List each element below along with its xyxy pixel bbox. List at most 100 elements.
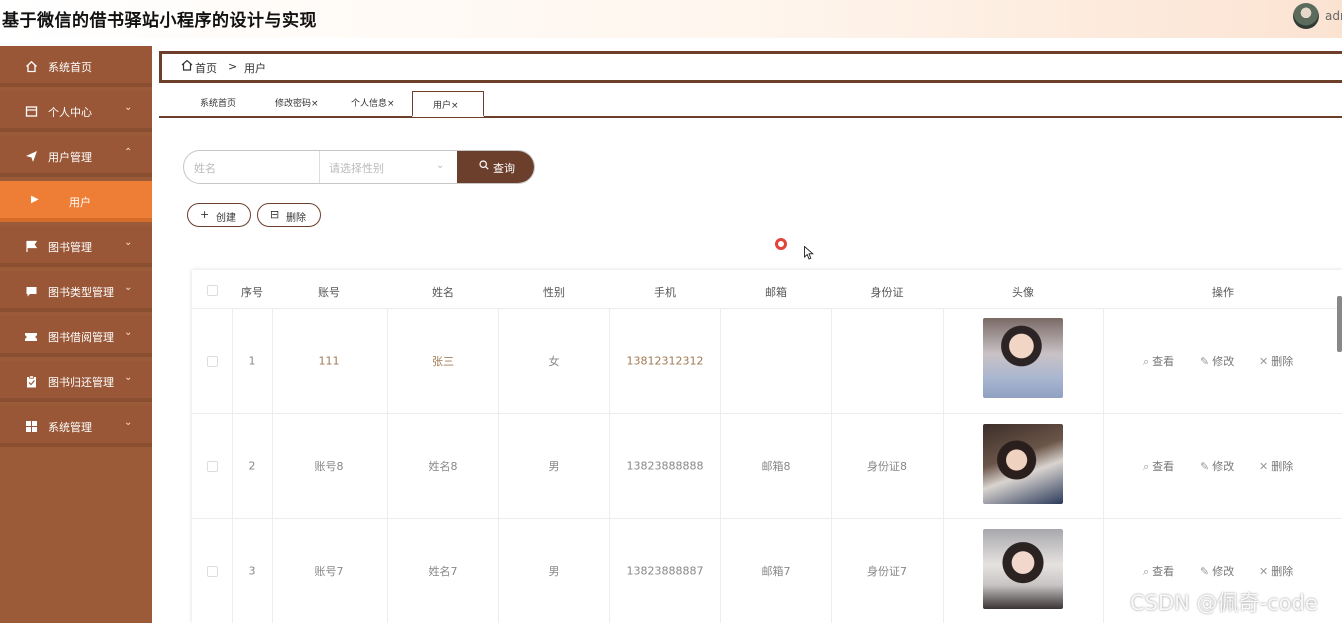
name-search-placeholder: 姓名 <box>194 162 216 175</box>
column-divider <box>272 308 273 623</box>
row-divider <box>192 413 1342 414</box>
tab-home[interactable]: 系统首页 <box>200 96 236 109</box>
paper-plane-icon <box>24 149 38 163</box>
plus-icon: + <box>200 208 210 221</box>
row-divider <box>192 518 1342 519</box>
sidebar-item-user[interactable]: ▶ 用户 <box>0 181 152 222</box>
name-search-input[interactable]: 姓名 <box>184 151 320 183</box>
cell-index: 3 <box>248 564 256 578</box>
chevron-down-icon: ⌄ <box>124 372 133 383</box>
cell-account: 账号7 <box>314 565 344 578</box>
view-button[interactable]: ⌕ 查看 <box>1143 353 1174 369</box>
breadcrumb-separator: > <box>228 60 238 73</box>
sidebar-item-book-management[interactable]: 图书管理 ⌄ <box>0 226 152 267</box>
cell-phone: 13812312312 <box>626 354 704 368</box>
chevron-down-icon: ⌄ <box>436 160 445 171</box>
view-button[interactable]: ⌕ 查看 <box>1143 563 1174 579</box>
loading-spinner-icon <box>775 238 787 250</box>
sidebar-item-label: 用户管理 <box>48 151 92 164</box>
cell-sex: 男 <box>548 565 560 578</box>
column-divider <box>831 308 832 623</box>
select-all-checkbox[interactable] <box>207 285 218 296</box>
avatar-photo <box>983 424 1063 504</box>
row-checkbox[interactable] <box>207 461 218 472</box>
tab-user[interactable]: 用户× <box>412 91 484 117</box>
sex-select[interactable]: 请选择性别 ⌄ <box>320 151 457 183</box>
batch-delete-button[interactable]: ⊟ 删除 <box>257 203 321 227</box>
delete-button-label: 删除 <box>286 213 306 224</box>
column-header-account: 账号 <box>318 286 340 299</box>
column-divider <box>720 308 721 623</box>
message-icon <box>24 284 38 298</box>
row-checkbox[interactable] <box>207 356 218 367</box>
sidebar-item-label: 图书归还管理 <box>48 376 114 389</box>
mouse-cursor-icon <box>804 246 814 260</box>
column-header-name: 姓名 <box>432 286 454 299</box>
sidebar: 系统首页 个人中心 ⌄ 用户管理 ⌃ ▶ 用户 图书管理 ⌄ 图书类型管理 ⌄ … <box>0 46 152 623</box>
column-divider <box>387 308 388 623</box>
pencil-icon: ✎ <box>1200 460 1210 473</box>
clipboard-icon <box>24 374 38 388</box>
chevron-down-icon: ⌄ <box>124 102 133 113</box>
column-header-index: 序号 <box>241 286 263 299</box>
pencil-icon: ✎ <box>1200 565 1210 578</box>
cell-sex: 男 <box>548 460 560 473</box>
top-bar: 基于微信的借书驿站小程序的设计与实现 adr <box>0 0 1342 38</box>
create-button[interactable]: + 创建 <box>187 203 251 227</box>
cell-name: 姓名8 <box>428 460 458 473</box>
cell-name: 姓名7 <box>428 565 458 578</box>
delete-button[interactable]: ✕ 删除 <box>1259 353 1293 369</box>
sidebar-item-label: 系统首页 <box>48 61 92 74</box>
user-avatar[interactable] <box>1293 3 1319 29</box>
minus-square-icon: ⊟ <box>270 208 280 221</box>
search-icon: ⌕ <box>1143 565 1150 578</box>
delete-button[interactable]: ✕ 删除 <box>1259 563 1293 579</box>
row-checkbox[interactable] <box>207 566 218 577</box>
grid-icon <box>24 419 38 433</box>
pencil-icon: ✎ <box>1200 355 1210 368</box>
edit-button[interactable]: ✎ 修改 <box>1200 353 1234 369</box>
chevron-down-icon: ⌄ <box>124 417 133 428</box>
home-icon <box>24 59 38 73</box>
avatar-photo <box>983 318 1063 398</box>
edit-button[interactable]: ✎ 修改 <box>1200 563 1234 579</box>
chevron-up-icon: ⌃ <box>124 147 133 158</box>
caret-right-icon: ▶ <box>31 194 39 205</box>
sidebar-item-personal-center[interactable]: 个人中心 ⌄ <box>0 91 152 132</box>
header-divider <box>192 308 1342 309</box>
search-icon <box>479 160 489 173</box>
cell-name: 张三 <box>432 355 454 368</box>
sidebar-item-home[interactable]: 系统首页 <box>0 46 152 87</box>
sex-select-placeholder: 请选择性别 <box>329 162 384 175</box>
flag-icon <box>24 239 38 253</box>
sidebar-item-label: 系统管理 <box>48 421 92 434</box>
user-name[interactable]: adr <box>1325 9 1342 23</box>
chevron-down-icon: ⌄ <box>124 237 133 248</box>
search-icon: ⌕ <box>1143 460 1150 473</box>
sidebar-item-label: 图书管理 <box>48 241 92 254</box>
create-button-label: 创建 <box>216 213 236 224</box>
cell-phone: 13823888887 <box>626 564 704 578</box>
column-divider <box>943 308 944 623</box>
vertical-scrollbar[interactable] <box>1337 296 1342 352</box>
delete-button[interactable]: ✕ 删除 <box>1259 458 1293 474</box>
chevron-down-icon: ⌄ <box>124 327 133 338</box>
view-button[interactable]: ⌕ 查看 <box>1143 458 1174 474</box>
sidebar-item-return-management[interactable]: 图书归还管理 ⌄ <box>0 361 152 402</box>
home-icon[interactable] <box>181 59 193 71</box>
tab-personal-info[interactable]: 个人信息× <box>351 96 395 109</box>
sidebar-item-system-management[interactable]: 系统管理 ⌄ <box>0 406 152 447</box>
breadcrumb-home-link[interactable]: 首页 <box>195 60 217 76</box>
column-header-id-card: 身份证 <box>870 286 904 299</box>
sidebar-item-borrow-management[interactable]: 图书借阅管理 ⌄ <box>0 316 152 357</box>
cell-sex: 女 <box>548 355 560 368</box>
avatar-photo <box>983 529 1063 609</box>
sidebar-item-user-management[interactable]: 用户管理 ⌃ <box>0 136 152 177</box>
column-header-actions: 操作 <box>1212 286 1234 299</box>
edit-button[interactable]: ✎ 修改 <box>1200 458 1234 474</box>
close-icon: ✕ <box>1259 355 1269 368</box>
sidebar-item-book-type-management[interactable]: 图书类型管理 ⌄ <box>0 271 152 312</box>
search-button[interactable]: 查询 <box>457 151 534 183</box>
user-table: 序号 账号 姓名 性别 手机 邮箱 身份证 头像 操作 1 111 张三 女 1… <box>192 270 1342 623</box>
tab-change-password[interactable]: 修改密码× <box>275 96 319 109</box>
